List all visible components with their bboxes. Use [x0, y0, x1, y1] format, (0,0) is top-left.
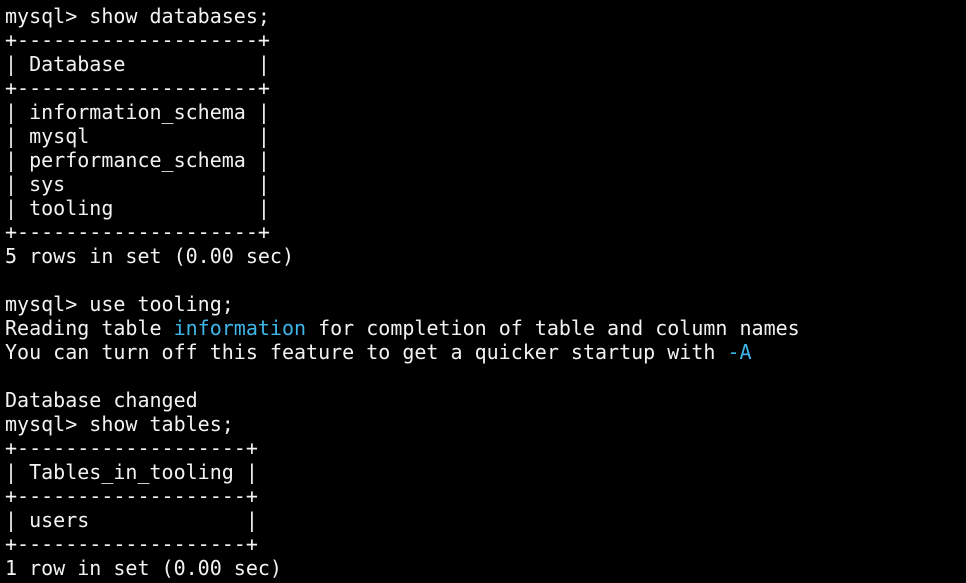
terminal-line: 1 row in set (0.00 sec): [5, 556, 963, 580]
terminal-text: for completion of table and column names: [306, 316, 800, 340]
terminal-text: 1 row in set (0.00 sec): [5, 556, 282, 580]
terminal-line: +--------------------+: [5, 28, 963, 52]
terminal-line: mysql> show databases;: [5, 4, 963, 28]
terminal-line: mysql> use tooling;: [5, 292, 963, 316]
terminal-line: +--------------------+: [5, 76, 963, 100]
terminal-line: | users |: [5, 508, 963, 532]
terminal-line: +-------------------+: [5, 436, 963, 460]
terminal-text: | users |: [5, 508, 258, 532]
terminal-text: You can turn off this feature to get a q…: [5, 340, 728, 364]
terminal-line: | Database |: [5, 52, 963, 76]
terminal-text: +--------------------+: [5, 28, 270, 52]
terminal-text: | mysql |: [5, 124, 270, 148]
terminal-text: | Database |: [5, 52, 270, 76]
terminal-line: +-------------------+: [5, 532, 963, 556]
terminal-text: | information_schema |: [5, 100, 270, 124]
terminal-line: Database changed: [5, 388, 963, 412]
terminal-line: +-------------------+: [5, 484, 963, 508]
terminal-line: | information_schema |: [5, 100, 963, 124]
terminal-output[interactable]: mysql> show databases; +-----------------…: [5, 4, 963, 581]
terminal-text: | sys |: [5, 172, 270, 196]
terminal-text: +--------------------+: [5, 76, 270, 100]
terminal-text: | tooling |: [5, 196, 270, 220]
terminal-line: | sys |: [5, 172, 963, 196]
terminal-text: +--------------------+: [5, 220, 270, 244]
terminal-text: mysql> use tooling;: [5, 292, 234, 316]
terminal-line: | Tables_in_tooling |: [5, 460, 963, 484]
terminal-text: Reading table: [5, 316, 174, 340]
terminal-line: Reading table information for completion…: [5, 316, 963, 340]
terminal-text: +-------------------+: [5, 532, 258, 556]
terminal-text: mysql> show tables;: [5, 412, 234, 436]
terminal-text: +-------------------+: [5, 484, 258, 508]
terminal-line: | mysql |: [5, 124, 963, 148]
terminal-line: | performance_schema |: [5, 148, 963, 172]
terminal-text: +-------------------+: [5, 436, 258, 460]
terminal-text: 5 rows in set (0.00 sec): [5, 244, 294, 268]
terminal-line: You can turn off this feature to get a q…: [5, 340, 963, 364]
terminal-line: 5 rows in set (0.00 sec): [5, 244, 963, 268]
highlighted-text: -A: [727, 340, 752, 364]
terminal-text: Database changed: [5, 388, 198, 412]
highlighted-text: information: [173, 316, 307, 340]
terminal-line: mysql> show tables;: [5, 412, 963, 436]
terminal-line: +--------------------+: [5, 220, 963, 244]
terminal-line: | tooling |: [5, 196, 963, 220]
terminal-text: mysql> show databases;: [5, 4, 270, 28]
terminal-text: | Tables_in_tooling |: [5, 460, 258, 484]
terminal-text: | performance_schema |: [5, 148, 270, 172]
